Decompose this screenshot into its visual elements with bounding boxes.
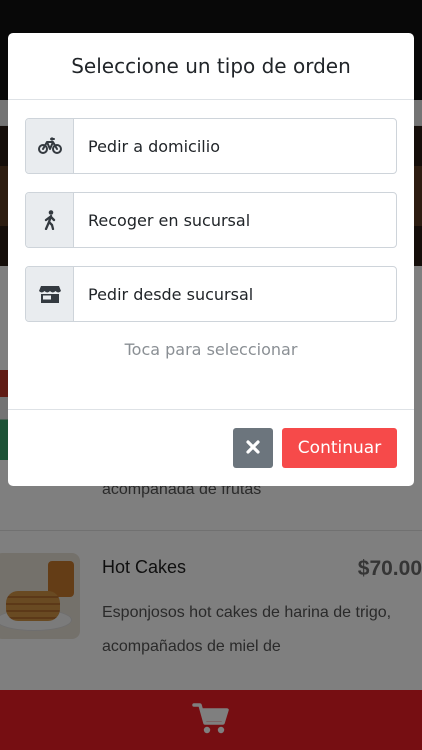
modal-title: Seleccione un tipo de orden	[71, 54, 351, 78]
order-type-modal: Seleccione un tipo de orden Pedir a domi…	[8, 33, 414, 486]
walking-person-icon	[26, 193, 74, 247]
selection-hint: Toca para seleccionar	[124, 340, 298, 359]
option-pickup[interactable]: Recoger en sucursal	[25, 192, 397, 248]
bicycle-icon	[26, 119, 74, 173]
modal-header: Seleccione un tipo de orden	[8, 33, 414, 100]
modal-footer: Continuar	[8, 409, 414, 486]
option-in-store[interactable]: Pedir desde sucursal	[25, 266, 397, 322]
option-label: Pedir a domicilio	[88, 136, 220, 156]
option-label: Pedir desde sucursal	[88, 284, 254, 304]
times-icon	[246, 439, 260, 458]
close-button[interactable]	[233, 428, 273, 468]
option-label: Recoger en sucursal	[88, 210, 251, 230]
option-delivery[interactable]: Pedir a domicilio	[25, 118, 397, 174]
continue-button[interactable]: Continuar	[282, 428, 397, 468]
store-icon	[26, 267, 74, 321]
modal-body: Pedir a domicilio Recoger en sucursal Pe…	[8, 100, 414, 359]
